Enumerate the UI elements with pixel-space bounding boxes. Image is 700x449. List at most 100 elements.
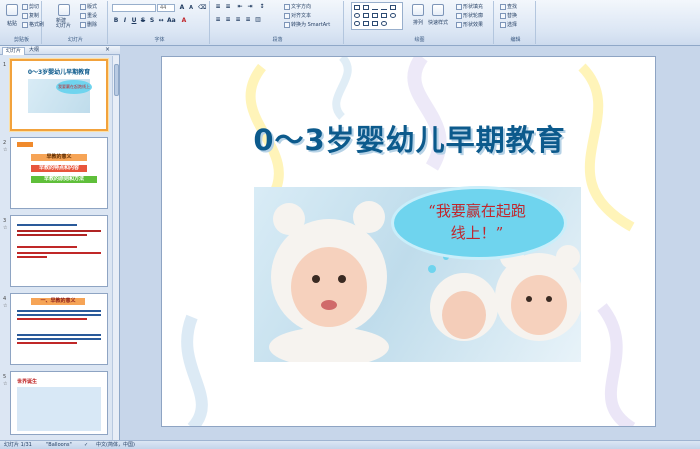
tab-slides[interactable]: 幻灯片 (2, 47, 26, 55)
pane-tabs: 幻灯片 大纲 × (0, 46, 120, 55)
reset-button[interactable]: 重设 (80, 12, 97, 19)
shape-rect[interactable] (354, 5, 360, 10)
columns-button[interactable]: ▥ (254, 16, 262, 24)
smartart-button[interactable]: 转换为 SmartArt (284, 21, 330, 28)
find-label: 查找 (507, 4, 518, 10)
font-name-combo[interactable] (112, 4, 156, 12)
change-case-button[interactable]: Aa (167, 17, 176, 25)
select-label: 选择 (507, 22, 518, 28)
scrollbar-thumb[interactable] (114, 64, 119, 96)
shape-oval[interactable] (381, 21, 387, 26)
justify-button[interactable]: ≡ (244, 16, 252, 24)
new-slide-button[interactable]: 新建 幻灯片 (56, 19, 71, 29)
close-icon[interactable]: × (105, 46, 110, 53)
grow-font-button[interactable]: A (178, 4, 186, 12)
align-right-button[interactable]: ≡ (234, 16, 242, 24)
find-button[interactable]: 查找 (500, 3, 517, 10)
slide-thumb-5[interactable]: 世界诞生 (10, 371, 108, 435)
animation-star-icon: ☆ (3, 381, 8, 387)
replace-label: 替换 (507, 13, 518, 19)
bold-button[interactable]: B (112, 17, 120, 25)
decrease-indent-button[interactable]: ⇤ (236, 3, 244, 11)
shape-rect[interactable] (372, 21, 378, 26)
slide-thumb-2[interactable]: 早教的意义 早教的特点和内容 早教的原则和方法 (10, 137, 108, 209)
shape-effects-label: 形状效果 (463, 22, 484, 28)
strikethrough-button[interactable]: S (139, 17, 147, 25)
center-button[interactable]: ≡ (224, 16, 232, 24)
thumb-number: 4 (3, 296, 7, 302)
select-button[interactable]: 选择 (500, 21, 517, 28)
slide-title[interactable]: 0～3岁婴幼儿早期教育 (162, 117, 655, 159)
shape-line[interactable] (381, 5, 387, 10)
underline-button[interactable]: U (130, 17, 138, 25)
copy-button[interactable]: 复制 (22, 12, 39, 19)
italic-button[interactable]: I (121, 17, 129, 25)
slide-thumb-3[interactable] (10, 215, 108, 287)
delete-button[interactable]: 删除 (80, 21, 97, 28)
align-left-button[interactable]: ≡ (214, 16, 222, 24)
paste-button[interactable]: 粘贴 (7, 20, 17, 27)
smartart-label: 转换为 SmartArt (291, 22, 331, 28)
arrange-icon[interactable] (412, 4, 424, 16)
shape-fill-button[interactable]: 形状填充 (456, 3, 483, 10)
shape-oval[interactable] (354, 13, 360, 18)
shape-effects-button[interactable]: 形状效果 (456, 21, 483, 28)
tab-outline[interactable]: 大纲 (26, 47, 42, 55)
layout-icon (80, 3, 86, 10)
slide-thumb-4[interactable]: 一、早教的意义 (10, 293, 108, 365)
spellcheck-icon[interactable]: ✓ (84, 441, 88, 449)
pane-scrollbar[interactable] (112, 56, 119, 440)
quick-styles-button[interactable]: 快速样式 (428, 19, 448, 26)
shape-rect[interactable] (381, 13, 387, 18)
shadow-button[interactable]: S (148, 17, 156, 25)
shape-oval[interactable] (390, 13, 396, 18)
thumb-text-line (17, 310, 101, 312)
delete-icon (80, 21, 86, 28)
thumb-bar: 早教的原则和方法 (31, 176, 97, 183)
shape-rect[interactable] (363, 21, 369, 26)
slide-canvas[interactable]: 0～3岁婴幼儿早期教育 “我要赢在起跑 线上！” (161, 56, 656, 427)
increase-indent-button[interactable]: ⇥ (246, 3, 254, 11)
thumb-text-line (17, 338, 101, 340)
shape-rect[interactable] (363, 5, 369, 10)
cursor-icon (500, 21, 506, 28)
editing-group: 查找 替换 选择 编辑 (496, 1, 536, 44)
language-indicator[interactable]: 中文(简体，中国) (96, 441, 135, 449)
font-color-button[interactable]: A (180, 17, 188, 25)
layout-label: 版式 (87, 4, 98, 10)
shrink-font-button[interactable]: A (187, 4, 195, 12)
line-spacing-button[interactable]: ↕ (258, 3, 266, 11)
thumb-bar: 早教的意义 (31, 154, 87, 161)
bubble-text[interactable]: “我要赢在起跑 线上！” (402, 200, 552, 244)
shape-line[interactable] (372, 5, 378, 10)
align-text-button[interactable]: 对齐文本 (284, 12, 311, 19)
numbering-button[interactable]: ≡ (224, 3, 232, 11)
font-size-combo[interactable]: 44 (157, 4, 175, 12)
replace-button[interactable]: 替换 (500, 12, 517, 19)
shape-triangle[interactable] (363, 13, 369, 18)
cut-button[interactable]: 剪切 (22, 3, 39, 10)
shape-rect[interactable] (372, 13, 378, 18)
format-painter-button[interactable]: 格式刷 (22, 21, 44, 28)
theme-name: "Balloons" (46, 442, 72, 448)
thumb-text-line (17, 224, 77, 226)
thumb-heading: 一、早教的意义 (31, 298, 85, 305)
fill-icon (456, 3, 462, 10)
align-text-icon (284, 12, 290, 19)
shape-rect[interactable] (390, 5, 396, 10)
paste-icon[interactable] (6, 4, 18, 16)
char-spacing-button[interactable]: ↔ (157, 17, 165, 25)
quick-styles-icon[interactable] (432, 4, 444, 16)
shape-outline-button[interactable]: 形状轮廓 (456, 12, 483, 19)
arrange-button[interactable]: 排列 (413, 19, 423, 26)
bullets-button[interactable]: ≡ (214, 3, 222, 11)
shape-curve[interactable] (354, 21, 360, 26)
reset-icon (80, 12, 86, 19)
shapes-gallery[interactable] (351, 2, 403, 30)
text-direction-label: 文字方向 (291, 4, 312, 10)
new-slide-icon[interactable] (58, 4, 70, 16)
clear-format-button[interactable]: ⌫ (198, 4, 206, 12)
text-direction-button[interactable]: 文字方向 (284, 3, 311, 10)
slide-thumb-1[interactable]: 0～3岁婴幼儿早期教育 我要赢在起跑线上 (10, 59, 108, 131)
layout-button[interactable]: 版式 (80, 3, 97, 10)
